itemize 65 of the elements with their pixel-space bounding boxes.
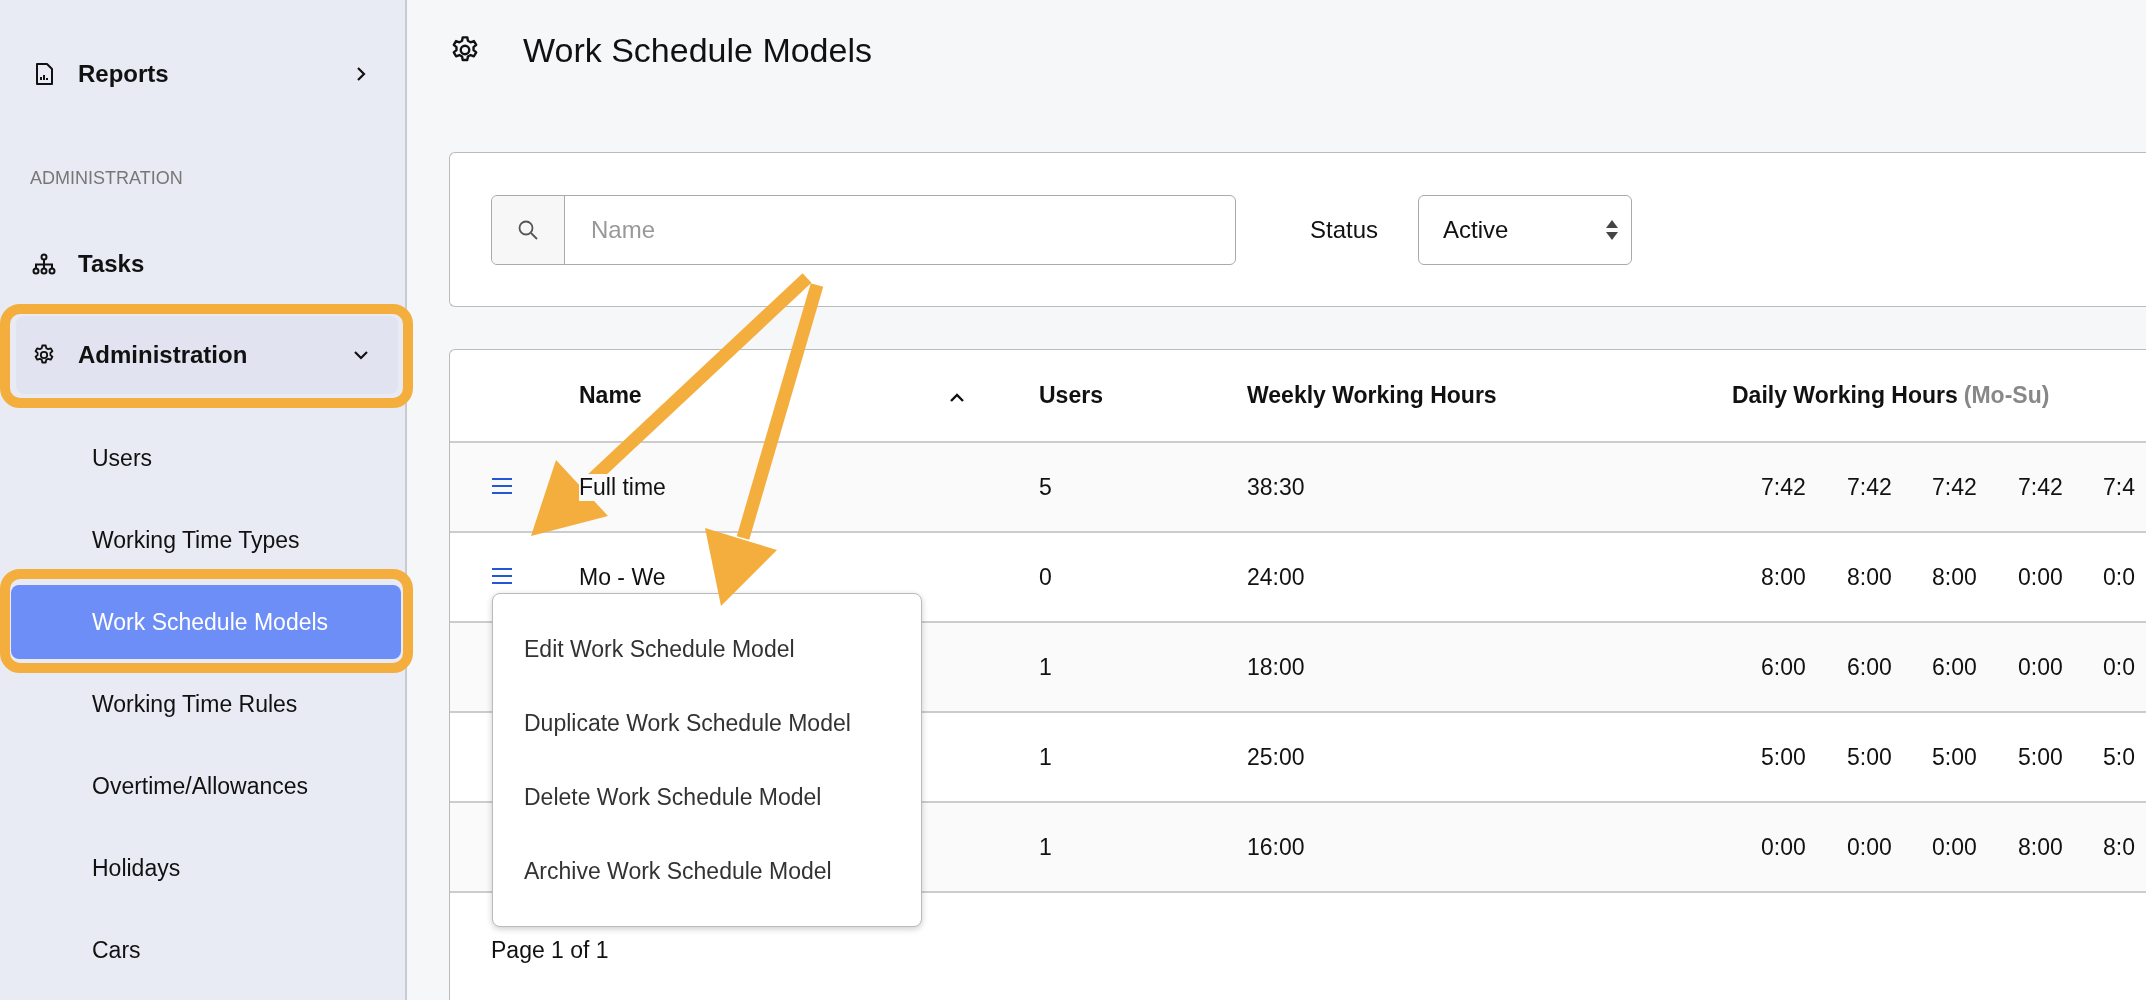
column-hint: (Mo-Su) bbox=[1963, 382, 2050, 409]
table-cell-text: 0:0 bbox=[2103, 653, 2136, 681]
table-cell-text: 8:00 bbox=[1847, 563, 1893, 591]
sidebar-subitem[interactable]: Overtime/Allowances bbox=[11, 749, 401, 823]
table-cell-text: Mo - We bbox=[579, 563, 667, 591]
status-label: Status bbox=[1310, 215, 1379, 244]
table-cell-text: 5:00 bbox=[1932, 743, 1978, 771]
table-cell-text: 0:0 bbox=[2103, 563, 2136, 591]
table-cell-text: 8:00 bbox=[1932, 563, 1978, 591]
sidebar-subitem[interactable]: Holidays bbox=[11, 831, 401, 905]
table-cell-text: 6:00 bbox=[1932, 653, 1978, 681]
menu-item[interactable]: Duplicate Work Schedule Model bbox=[493, 686, 921, 760]
menu-icon[interactable] bbox=[491, 476, 513, 495]
table-cell-text: 0:00 bbox=[1932, 833, 1978, 861]
table-cell-text: 5 bbox=[1039, 473, 1053, 501]
table-cell-text: 7:4 bbox=[2103, 473, 2136, 501]
table-cell-text: 5:00 bbox=[2018, 743, 2064, 771]
hierarchy-icon bbox=[32, 252, 56, 276]
table-cell-text: 38:30 bbox=[1247, 473, 1306, 501]
menu-item[interactable]: Archive Work Schedule Model bbox=[493, 834, 921, 908]
sidebar-subitem[interactable]: Cars bbox=[11, 913, 401, 987]
sidebar-item[interactable]: Reports bbox=[0, 33, 405, 115]
table-cell-text: 5:0 bbox=[2103, 743, 2136, 771]
table-cell-text: 0:00 bbox=[1847, 833, 1893, 861]
sort-ascending-icon[interactable] bbox=[949, 391, 965, 403]
table-cell-text: 0:00 bbox=[2018, 563, 2064, 591]
table-cell-text: 1 bbox=[1039, 653, 1053, 681]
table-cell-text: 18:00 bbox=[1247, 653, 1306, 681]
table-cell-text: 1 bbox=[1039, 743, 1053, 771]
table-cell-text: 0 bbox=[1039, 563, 1053, 591]
table-cell-text: 7:42 bbox=[1761, 473, 1807, 501]
section-heading: ADMINISTRATION bbox=[30, 167, 183, 189]
column-header[interactable]: Users bbox=[1039, 382, 1247, 409]
table-cell-text: 8:00 bbox=[2018, 833, 2064, 861]
sidebar-item[interactable]: Tasks bbox=[0, 241, 405, 287]
status-select[interactable]: Active bbox=[1418, 194, 1633, 265]
sort-arrows-icon bbox=[1605, 218, 1620, 241]
sidebar-item[interactable]: Administration bbox=[16, 316, 398, 394]
menu-item[interactable]: Delete Work Schedule Model bbox=[493, 760, 921, 834]
table-cell-text: 16:00 bbox=[1247, 833, 1306, 861]
table-cell-text: 7:42 bbox=[1932, 473, 1978, 501]
table-cell-text: 1 bbox=[1039, 833, 1053, 861]
table-cell-text: 6:00 bbox=[1761, 653, 1807, 681]
table-cell-text: 7:42 bbox=[2018, 473, 2064, 501]
table-cell-text: 0:00 bbox=[2018, 653, 2064, 681]
table-cell-text: 25:00 bbox=[1247, 743, 1306, 771]
column-header[interactable]: Daily Working Hours bbox=[1732, 382, 1958, 409]
pagination-text: Page 1 of 1 bbox=[490, 936, 610, 964]
table-cell-text: 5:00 bbox=[1761, 743, 1807, 771]
table-cell-text: 8:0 bbox=[2103, 833, 2136, 861]
sidebar-subitem[interactable]: Working Time Types bbox=[11, 503, 401, 577]
table-cell-text: 6:00 bbox=[1847, 653, 1893, 681]
table-cell-text: 24:00 bbox=[1247, 563, 1306, 591]
column-header[interactable]: Weekly Working Hours bbox=[1247, 382, 1732, 409]
menu-icon[interactable] bbox=[491, 566, 513, 585]
menu-item[interactable]: Edit Work Schedule Model bbox=[493, 612, 921, 686]
sidebar-subitem[interactable]: Working Time Rules bbox=[11, 667, 401, 741]
column-header[interactable]: Name bbox=[579, 382, 949, 409]
table-cell-text: 7:42 bbox=[1847, 473, 1893, 501]
search-icon bbox=[517, 218, 539, 241]
table-cell-text: 5:00 bbox=[1847, 743, 1893, 771]
sidebar-subitem[interactable]: Users bbox=[11, 421, 401, 495]
table-cell-text: 8:00 bbox=[1761, 563, 1807, 591]
table-cell-text: 0:00 bbox=[1761, 833, 1807, 861]
page-title: Work Schedule Models bbox=[523, 30, 872, 70]
